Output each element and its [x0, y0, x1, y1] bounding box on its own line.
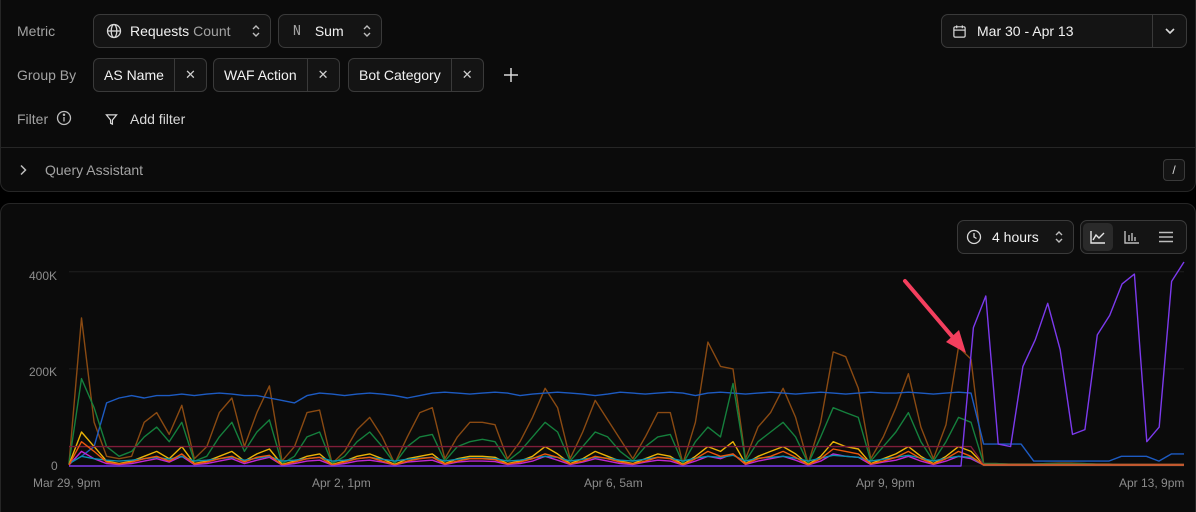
close-icon[interactable]: ✕: [173, 59, 206, 91]
up-down-chevron-icon: [361, 24, 373, 38]
shortcut-key-badge: /: [1163, 159, 1185, 181]
filter-funnel-icon: [105, 113, 118, 126]
chart-panel: 4 hours 400K 200K 0 Mar 29, 9pm Apr 2, 1…: [0, 203, 1196, 512]
add-filter-label: Add filter: [130, 111, 186, 127]
series-line-purple: [69, 261, 1185, 467]
group-chip-waf-action[interactable]: WAF Action ✕: [213, 58, 340, 92]
series-line-green: [68, 377, 1184, 466]
metric-name: Requests: [130, 23, 190, 39]
metric-label: Metric: [17, 23, 56, 39]
chip-label: Bot Category: [359, 67, 441, 83]
group-by-label: Group By: [17, 67, 77, 83]
aggregation-value: Sum: [314, 23, 344, 39]
group-chip-bot-category[interactable]: Bot Category ✕: [348, 58, 484, 92]
chip-label: AS Name: [104, 67, 164, 83]
filter-label: Filter: [17, 111, 49, 127]
chip-label: WAF Action: [224, 67, 297, 83]
date-range-picker[interactable]: Mar 30 - Apr 13: [941, 14, 1187, 48]
add-filter-button[interactable]: Add filter: [105, 111, 185, 127]
close-icon[interactable]: ✕: [450, 59, 483, 91]
up-down-chevron-icon: [250, 24, 262, 38]
annotation-arrow-shaft: [903, 279, 958, 343]
info-icon[interactable]: [56, 110, 72, 126]
calendar-icon: [952, 24, 967, 39]
metric-suffix: Count: [193, 23, 231, 39]
add-group-plus-icon[interactable]: [502, 66, 520, 84]
series-line-brown: [68, 317, 1184, 466]
chevron-right-icon: [19, 164, 27, 176]
chevron-down-icon[interactable]: [1152, 15, 1186, 47]
query-assistant-toggle[interactable]: Query Assistant: [19, 162, 143, 178]
line-chart: [68, 261, 1185, 467]
group-chip-as-name[interactable]: AS Name ✕: [93, 58, 207, 92]
date-range-value: Mar 30 - Apr 13: [977, 23, 1074, 39]
aggregation-select[interactable]: N Sum: [278, 14, 382, 48]
globe-icon: [106, 23, 122, 39]
divider: [1, 147, 1195, 148]
aggregation-prefix: N: [293, 23, 301, 39]
close-icon[interactable]: ✕: [306, 59, 339, 91]
query-panel: Metric Requests Count N Sum Mar 30 - Apr…: [0, 0, 1196, 192]
query-assistant-label: Query Assistant: [45, 162, 144, 178]
metric-select[interactable]: Requests Count: [93, 14, 271, 48]
series-line-orange: [68, 440, 1184, 466]
